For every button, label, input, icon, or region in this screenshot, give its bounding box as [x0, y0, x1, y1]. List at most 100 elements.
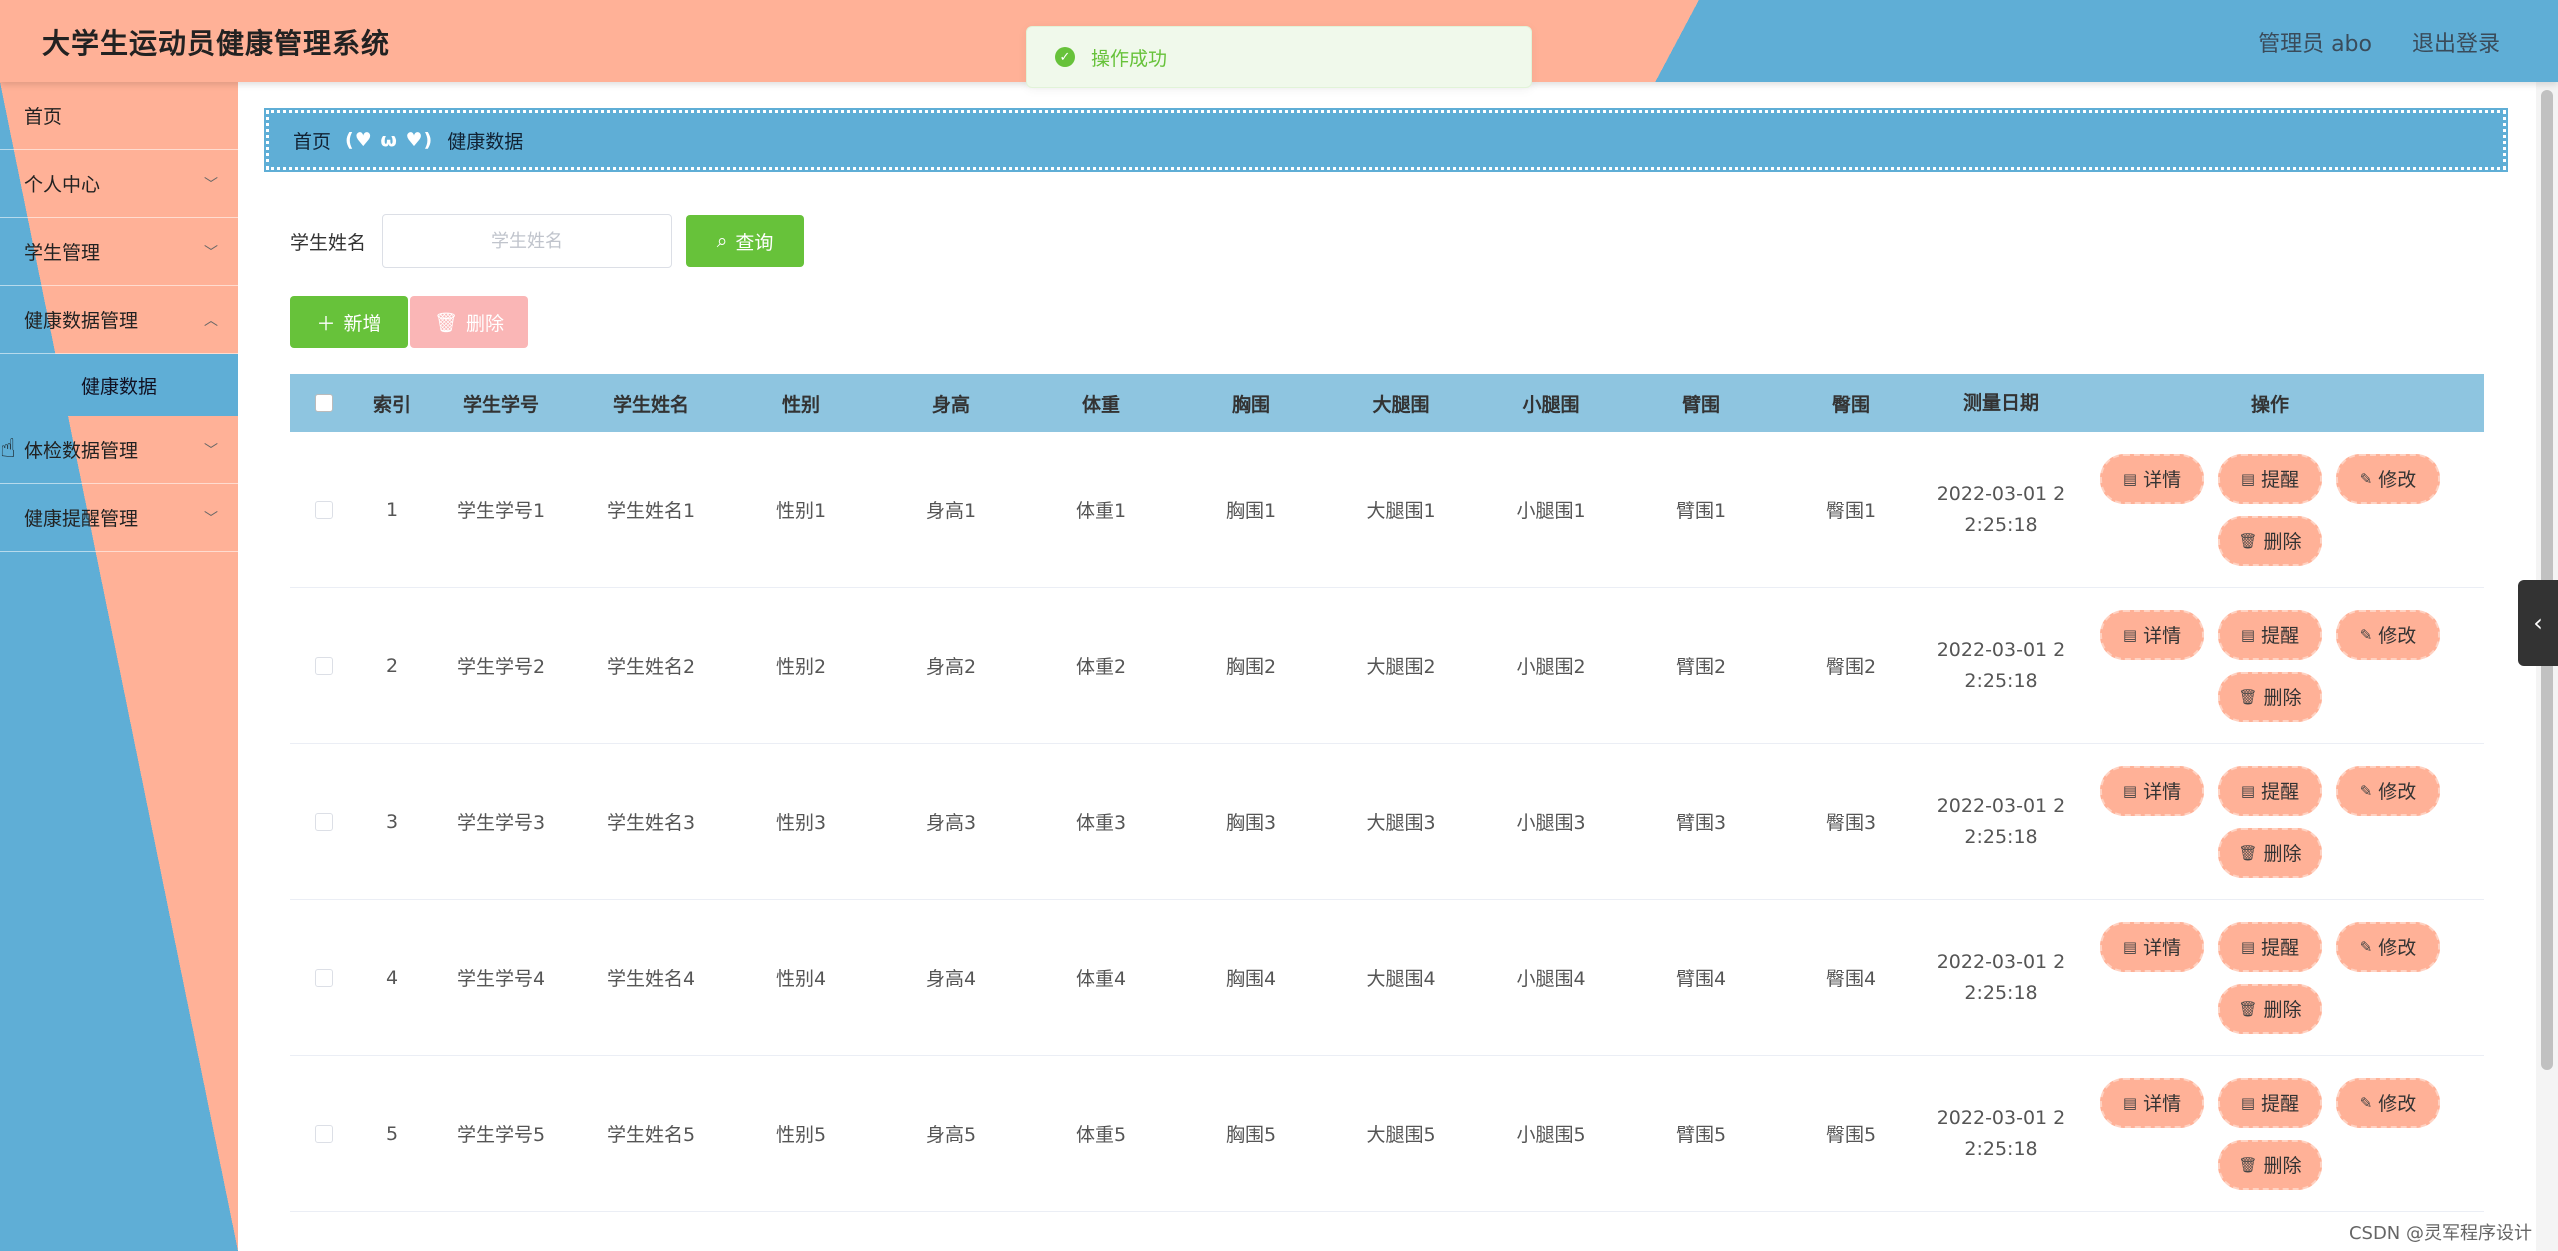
cell-date: 2022-03-01 22:25:18	[1936, 794, 2066, 848]
add-button-label: 新增	[343, 312, 382, 335]
document-icon: ▤	[2240, 625, 2256, 644]
col-header-arm: 臂围	[1681, 393, 1720, 416]
cell-weight: 体重1	[1075, 500, 1127, 522]
student-name-search-input[interactable]	[382, 214, 673, 268]
query-button[interactable]: ⌕ 查询	[686, 215, 805, 267]
current-user-label[interactable]: 管理员 abo	[2258, 26, 2372, 58]
action-bar: ＋ 新增 🗑 删除	[290, 296, 528, 348]
detail-button[interactable]: ▤ 详情	[2100, 609, 2204, 660]
cell-chest: 胸围5	[1225, 1124, 1277, 1146]
sidebar-item-label: 学生管理	[24, 242, 101, 264]
remind-button[interactable]: ▤ 提醒	[2218, 1077, 2322, 1128]
cell-hip: 臀围2	[1825, 656, 1877, 678]
sidebar-item-student-management[interactable]: 学生管理 ﹀	[0, 218, 238, 286]
sidebar-item-label: 个人中心	[24, 174, 101, 196]
row-checkbox[interactable]	[315, 1124, 333, 1143]
chevron-up-icon: ︿	[204, 312, 218, 329]
vertical-scrollbar[interactable]	[2536, 82, 2558, 1251]
sidebar-item-health-data-management[interactable]: 健康数据管理 ︿	[0, 286, 238, 354]
row-checkbox[interactable]	[315, 968, 333, 987]
cell-hip: 臀围1	[1825, 500, 1877, 522]
detail-button[interactable]: ▤ 详情	[2100, 921, 2204, 972]
edit-button[interactable]: ✎ 修改	[2336, 1077, 2440, 1128]
sidebar-item-label: 首页	[24, 106, 63, 128]
cell-date: 2022-03-01 22:25:18	[1936, 950, 2066, 1004]
remind-button[interactable]: ▤ 提醒	[2218, 609, 2322, 660]
delete-button[interactable]: 🗑 删除	[2218, 515, 2322, 566]
chevron-left-icon: ‹	[2533, 609, 2543, 637]
row-checkbox[interactable]	[315, 500, 333, 519]
cell-weight: 体重2	[1075, 656, 1127, 678]
cell-student-no: 学生学号3	[456, 812, 546, 834]
cell-height: 身高2	[925, 656, 977, 678]
detail-button[interactable]: ▤ 详情	[2100, 765, 2204, 816]
detail-button[interactable]: ▤ 详情	[2100, 1077, 2204, 1128]
edit-button[interactable]: ✎ 修改	[2336, 609, 2440, 660]
delete-button[interactable]: 🗑 删除	[2218, 827, 2322, 878]
add-button[interactable]: ＋ 新增	[290, 296, 408, 348]
search-label: 学生姓名	[290, 231, 367, 254]
col-header-student-name: 学生姓名	[612, 393, 689, 416]
chevron-down-icon: ﹀	[204, 244, 218, 261]
delete-button[interactable]: 🗑 删除	[2218, 671, 2322, 722]
edit-button[interactable]: ✎ 修改	[2336, 453, 2440, 504]
detail-button[interactable]: ▤ 详情	[2100, 453, 2204, 504]
cell-index: 4	[385, 966, 399, 989]
pencil-icon: ✎	[2359, 469, 2373, 488]
cell-gender: 性别1	[775, 500, 827, 522]
remind-button[interactable]: ▤ 提醒	[2218, 765, 2322, 816]
sidebar-subitem-health-data[interactable]: 健康数据	[0, 354, 238, 416]
check-circle-icon: ✓	[1055, 47, 1075, 67]
document-icon: ▤	[2240, 1093, 2256, 1112]
cell-student-name: 学生姓名3	[606, 812, 696, 834]
table-row: 2 学生学号2 学生姓名2 性别2 身高2 体重2 胸围2 大腿围2 小腿围2 …	[290, 588, 2484, 744]
row-checkbox[interactable]	[315, 656, 333, 675]
breadcrumb-home[interactable]: 首页	[293, 127, 331, 154]
document-icon: ▤	[2122, 781, 2138, 800]
table-row: 5 学生学号5 学生姓名5 性别5 身高5 体重5 胸围5 大腿围5 小腿围5 …	[290, 1056, 2484, 1212]
cell-student-no: 学生学号2	[456, 656, 546, 678]
trash-icon: 🗑	[2238, 1155, 2258, 1174]
row-checkbox[interactable]	[315, 812, 333, 831]
sidebar-item-health-reminder-management[interactable]: 健康提醒管理 ﹀	[0, 484, 238, 552]
pencil-icon: ✎	[2359, 1093, 2373, 1112]
cell-weight: 体重5	[1075, 1124, 1127, 1146]
cell-arm: 臂围3	[1675, 812, 1727, 834]
table-row: 3 学生学号3 学生姓名3 性别3 身高3 体重3 胸围3 大腿围3 小腿围3 …	[290, 744, 2484, 900]
col-header-height: 身高	[931, 393, 970, 416]
chevron-down-icon: ﹀	[204, 510, 218, 527]
sidebar: 首页 个人中心 ﹀ 学生管理 ﹀ 健康数据管理 ︿ 健康数据 体检数据管理 ﹀ …	[0, 82, 238, 1251]
pencil-icon: ✎	[2359, 781, 2373, 800]
cell-calf: 小腿围4	[1516, 968, 1586, 990]
cell-arm: 臂围5	[1675, 1124, 1727, 1146]
sidebar-item-personal-center[interactable]: 个人中心 ﹀	[0, 150, 238, 218]
logout-link[interactable]: 退出登录	[2412, 26, 2500, 58]
sidebar-item-physical-exam-management[interactable]: 体检数据管理 ﹀	[0, 416, 238, 484]
col-header-gender: 性别	[781, 393, 820, 416]
cell-student-name: 学生姓名1	[606, 500, 696, 522]
remind-button[interactable]: ▤ 提醒	[2218, 921, 2322, 972]
cell-hip: 臀围5	[1825, 1124, 1877, 1146]
row-actions: ▤ 详情 ▤ 提醒 ✎ 修改 🗑 删除	[2090, 609, 2450, 722]
cell-thigh: 大腿围5	[1366, 1124, 1436, 1146]
col-header-actions: 操作	[2250, 393, 2289, 416]
cell-student-no: 学生学号1	[456, 500, 546, 522]
cell-chest: 胸围3	[1225, 812, 1277, 834]
document-icon: ▤	[2122, 1093, 2138, 1112]
remind-button[interactable]: ▤ 提醒	[2218, 453, 2322, 504]
cell-gender: 性别4	[775, 968, 827, 990]
collapse-panel-tab[interactable]: ‹	[2518, 580, 2558, 666]
chevron-down-icon: ﹀	[204, 176, 218, 193]
document-icon: ▤	[2122, 625, 2138, 644]
edit-button[interactable]: ✎ 修改	[2336, 921, 2440, 972]
breadcrumb-current: 健康数据	[447, 130, 524, 153]
query-button-label: 查询	[735, 231, 774, 254]
sidebar-item-home[interactable]: 首页	[0, 82, 238, 150]
select-all-checkbox[interactable]	[315, 394, 333, 412]
batch-delete-button[interactable]: 🗑 删除	[410, 296, 528, 348]
edit-button[interactable]: ✎ 修改	[2336, 765, 2440, 816]
pencil-icon: ✎	[2359, 625, 2373, 644]
delete-button[interactable]: 🗑 删除	[2218, 1139, 2322, 1190]
delete-button[interactable]: 🗑 删除	[2218, 983, 2322, 1034]
breadcrumb-separator: (♥ ω ♥)	[345, 129, 434, 151]
